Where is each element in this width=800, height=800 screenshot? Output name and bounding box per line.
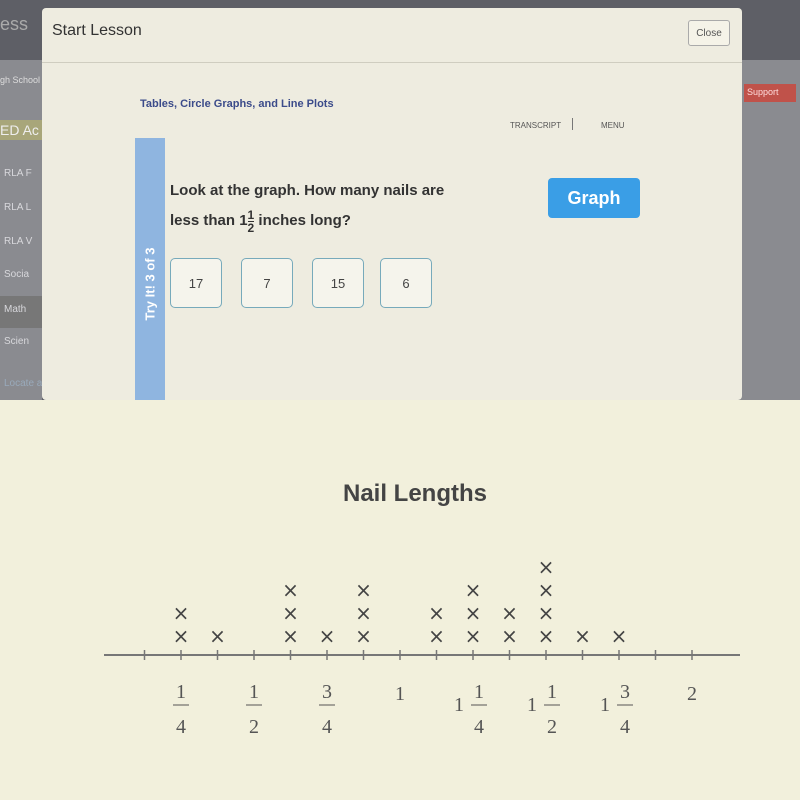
data-mark-x: ×: [355, 601, 372, 625]
tick-label-whole: 1: [527, 694, 537, 716]
data-mark-x: ×: [611, 624, 628, 648]
lesson-modal: Start Lesson Close Tables, Circle Graphs…: [42, 8, 742, 400]
tick-label-numerator: 3: [620, 681, 630, 703]
tick-label: 1: [395, 683, 405, 705]
data-mark-x: ×: [282, 624, 299, 648]
answer-option[interactable]: 15: [312, 258, 364, 308]
answer-option[interactable]: 6: [380, 258, 432, 308]
right-panel: [740, 60, 800, 400]
tick-label-denominator: 4: [322, 716, 332, 738]
data-mark-x: ×: [538, 578, 555, 602]
data-mark-x: ×: [282, 601, 299, 625]
sidebar-item[interactable]: RLA L: [0, 202, 42, 213]
progress-label: Try It! 3 of 3: [142, 247, 158, 321]
divider: [572, 118, 573, 130]
denominator: 2: [247, 220, 255, 235]
data-mark-x: ×: [538, 555, 555, 579]
tick-label-denominator: 2: [547, 716, 557, 738]
tick-label-numerator: 1: [547, 681, 557, 703]
chart-title: Nail Lengths: [342, 480, 487, 507]
logo-fragment: ess: [0, 14, 29, 34]
data-mark-x: ×: [319, 624, 336, 648]
sidebar-item[interactable]: Math: [0, 296, 42, 328]
data-mark-x: ×: [465, 624, 482, 648]
data-mark-x: ×: [428, 624, 445, 648]
tick-label-whole: 1: [454, 694, 464, 716]
fraction: 12: [247, 209, 255, 235]
question-part: less than 1: [170, 212, 248, 229]
sidebar: RLA F RLA L RLA V Socia Math Scien Locat…: [0, 60, 42, 400]
school-label: gh School: [0, 75, 41, 85]
sidebar-item[interactable]: Scien: [0, 336, 42, 347]
tick-label-whole: 1: [600, 694, 610, 716]
tick-label-denominator: 4: [620, 716, 630, 738]
data-mark-x: ×: [209, 624, 226, 648]
tick-label-numerator: 1: [474, 681, 484, 703]
question-part: inches long?: [258, 212, 351, 229]
data-mark-x: ×: [355, 624, 372, 648]
data-mark-x: ×: [574, 624, 591, 648]
close-button[interactable]: Close: [688, 20, 730, 46]
lesson-title: Tables, Circle Graphs, and Line Plots: [140, 98, 334, 110]
data-mark-x: ×: [355, 578, 372, 602]
locate-link[interactable]: Locate a tes: [0, 378, 42, 389]
question-line-2: less than 112 inches long?: [170, 206, 444, 236]
data-mark-x: ×: [173, 601, 190, 625]
data-mark-x: ×: [538, 624, 555, 648]
data-mark-x: ×: [501, 624, 518, 648]
data-mark-x: ×: [465, 601, 482, 625]
data-mark-x: ×: [465, 578, 482, 602]
menu-link[interactable]: MENU: [601, 121, 625, 130]
transcript-link[interactable]: TRANSCRIPT: [510, 121, 561, 130]
question-text: Look at the graph. How many nails are le…: [170, 176, 444, 236]
data-mark-x: ×: [501, 601, 518, 625]
progress-banner: Try It! 3 of 3: [135, 138, 165, 400]
modal-header: Start Lesson Close: [42, 8, 742, 63]
sidebar-item[interactable]: RLA V: [0, 236, 42, 247]
line-plot: 1412341 1141121342××× ×××× ××××××××××××××× ×: [104, 555, 740, 738]
answer-option[interactable]: 17: [170, 258, 222, 308]
support-button[interactable]: Support: [744, 84, 796, 102]
question-line-1: Look at the graph. How many nails are: [170, 182, 445, 199]
tick-label-numerator: 3: [322, 681, 332, 703]
data-mark-x: ×: [538, 601, 555, 625]
graph-button[interactable]: Graph: [548, 178, 640, 218]
data-mark-x: ×: [428, 601, 445, 625]
program-label: ED Ac: [0, 120, 42, 140]
data-mark-x: ×: [282, 578, 299, 602]
answer-option[interactable]: 7: [241, 258, 293, 308]
tick-label-numerator: 1: [249, 681, 259, 703]
modal-title: Start Lesson: [52, 22, 142, 39]
tick-label: 2: [687, 683, 697, 705]
tick-label-denominator: 2: [249, 716, 259, 738]
tick-label-denominator: 4: [474, 716, 484, 738]
tick-label-denominator: 4: [176, 716, 186, 738]
data-mark-x: ×: [173, 624, 190, 648]
tick-label-numerator: 1: [176, 681, 186, 703]
sidebar-item[interactable]: Socia: [0, 269, 42, 280]
sidebar-item[interactable]: RLA F: [0, 168, 42, 179]
